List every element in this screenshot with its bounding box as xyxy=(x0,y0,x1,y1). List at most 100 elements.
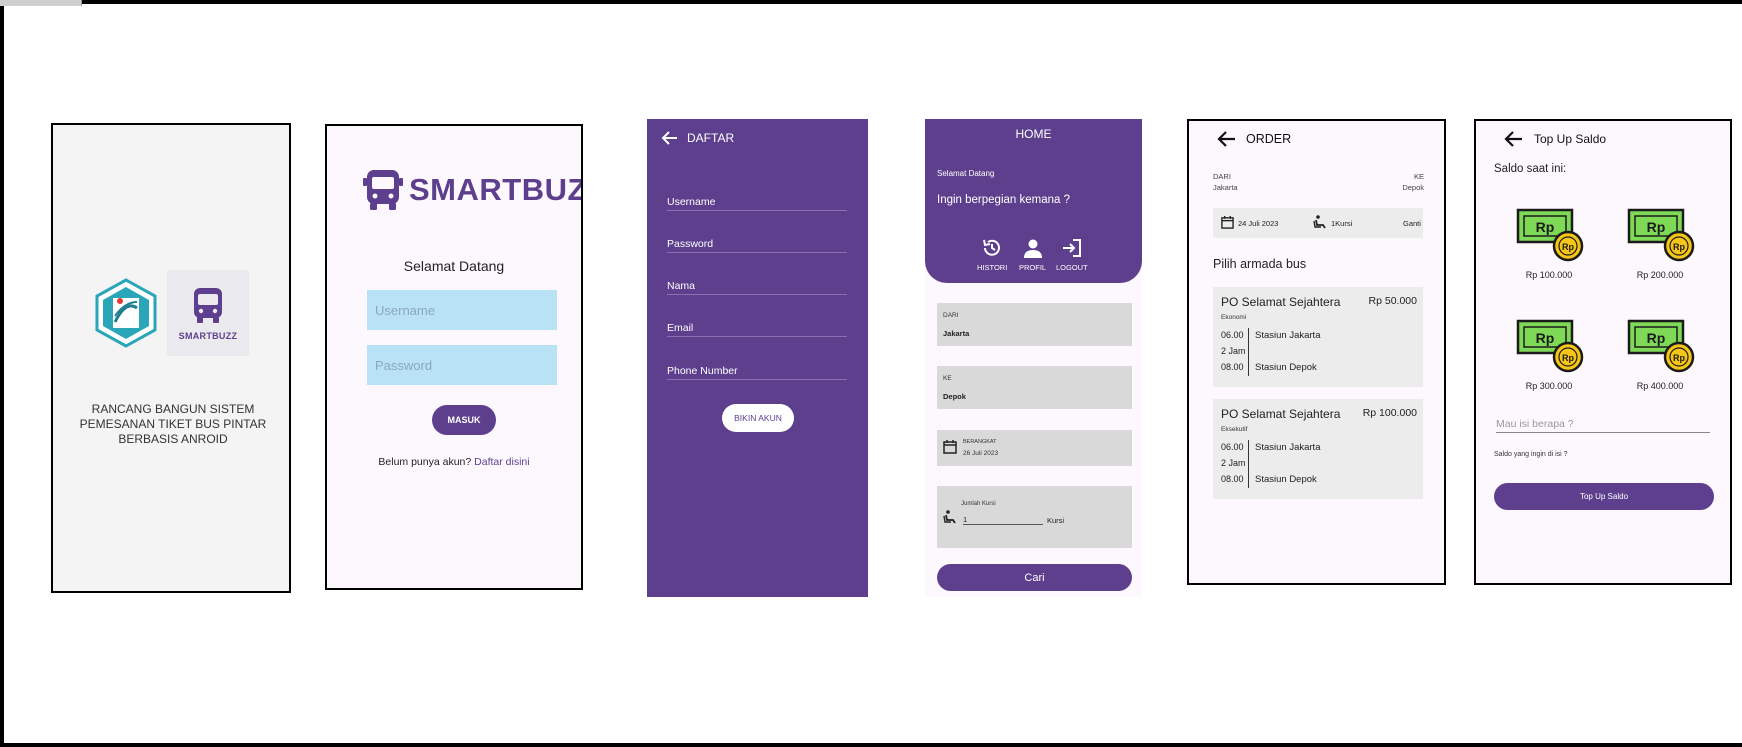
register-title: DAFTAR xyxy=(687,131,735,145)
from-value: Jakarta xyxy=(943,329,970,338)
depart-value: 26 Juli 2023 xyxy=(963,450,999,457)
order-title: ORDER xyxy=(1246,132,1292,146)
choose-bus-heading: Pilih armada bus xyxy=(1213,257,1307,271)
money-icon[interactable]: Rp Rp xyxy=(1627,317,1697,377)
order-from-value: Jakarta xyxy=(1213,183,1238,192)
password-field[interactable]: Password xyxy=(667,238,847,253)
coin-symbol: Rp xyxy=(1562,353,1574,363)
money-icon[interactable]: Rp Rp xyxy=(1627,206,1697,266)
username-input[interactable] xyxy=(367,290,557,330)
back-arrow-icon[interactable] xyxy=(1504,129,1524,149)
bus-name: PO Selamat Sejahtera xyxy=(1221,407,1341,421)
history-icon xyxy=(983,239,1001,256)
register-header: DAFTAR xyxy=(661,129,734,147)
email-field[interactable]: Email xyxy=(667,322,847,337)
order-to-label: KE xyxy=(1413,172,1424,181)
bus-class: Ekonomi xyxy=(1221,314,1247,321)
trip-date: 24 Juli 2023 xyxy=(1238,219,1279,228)
to-label: KE xyxy=(943,375,952,382)
order-from-label: DARI xyxy=(1213,172,1231,181)
welcome-text: Selamat Datang xyxy=(403,258,505,274)
timeline-line xyxy=(1248,440,1249,488)
coin-symbol: Rp xyxy=(1673,353,1685,363)
seat-unit: Kursi xyxy=(1047,516,1065,525)
depart-label: BERANGKAT xyxy=(963,439,997,445)
home-header: HOME Selamat Datang Ingin berpegian kema… xyxy=(925,119,1142,283)
bus-class: Eksekutif xyxy=(1221,426,1248,433)
balance-label: Saldo saat ini: xyxy=(1494,163,1567,175)
depart-card[interactable]: BERANGKAT 26 Juli 2023 xyxy=(937,430,1132,466)
seat-card[interactable]: Jumlah Kursi 1 Kursi xyxy=(937,486,1132,548)
bus-option-card[interactable]: PO Selamat Sejahtera Rp 50.000 Ekonomi 0… xyxy=(1213,287,1423,387)
back-arrow-icon[interactable] xyxy=(661,129,679,147)
destination-question: Ingin berpegian kemana ? xyxy=(937,194,1070,206)
trip-duration: 2 Jam xyxy=(1221,346,1246,356)
nav-history[interactable]: HISTORI xyxy=(977,237,1007,272)
bus-icon xyxy=(194,288,222,323)
seat-icon xyxy=(1313,215,1326,229)
order-header: ORDER xyxy=(1217,129,1291,149)
money-symbol: Rp xyxy=(1647,219,1666,235)
login-button[interactable]: MASUK xyxy=(432,405,496,435)
order-screen: ORDER DARI Jakarta KE Depok 24 Juli 2023… xyxy=(1187,119,1446,585)
topup-option-label[interactable]: Rp 300.000 xyxy=(1504,381,1594,391)
profile-icon xyxy=(1023,239,1042,258)
splash-logos: SMARTBUZZ xyxy=(93,270,253,360)
topup-option-label[interactable]: Rp 200.000 xyxy=(1615,270,1705,280)
nav-profile[interactable]: PROFIL xyxy=(1019,237,1046,272)
password-input[interactable] xyxy=(367,345,557,385)
timeline-line xyxy=(1248,328,1249,376)
arrive-time: 08.00 xyxy=(1221,474,1244,484)
phone-field[interactable]: Phone Number xyxy=(667,365,847,380)
register-link[interactable]: Daftar disini xyxy=(474,456,529,468)
topup-button[interactable]: Top Up Saldo xyxy=(1494,483,1714,510)
depart-time: 06.00 xyxy=(1221,330,1244,340)
register-prompt: Belum punya akun? Daftar disini xyxy=(327,456,581,468)
to-station: Stasiun Depok xyxy=(1255,474,1317,485)
nav-profile-label: PROFIL xyxy=(1019,263,1047,272)
brand-header: SMARTBUZZ xyxy=(363,168,581,212)
bus-icon xyxy=(363,170,403,210)
depart-time: 06.00 xyxy=(1221,442,1244,452)
from-station: Stasiun Jakarta xyxy=(1255,330,1321,341)
money-symbol: Rp xyxy=(1536,330,1555,346)
topup-title: Top Up Saldo xyxy=(1534,132,1607,146)
create-account-button[interactable]: BIKIN AKUN xyxy=(722,404,794,432)
home-title: HOME xyxy=(1015,127,1052,141)
back-arrow-icon[interactable] xyxy=(1217,129,1237,149)
money-icon[interactable]: Rp Rp xyxy=(1516,317,1586,377)
login-screen: SMARTBUZZ Selamat Datang MASUK Belum pun… xyxy=(325,124,583,590)
bus-option-card[interactable]: PO Selamat Sejahtera Rp 100.000 Eksekuti… xyxy=(1213,399,1423,499)
calendar-icon xyxy=(943,440,957,454)
name-field[interactable]: Nama xyxy=(667,280,847,295)
app-title: RANCANG BANGUN SISTEM PEMESANAN TIKET BU… xyxy=(79,402,267,446)
from-station: Stasiun Jakarta xyxy=(1255,442,1321,453)
trip-summary-bar: 24 Juli 2023 1Kursi Ganti xyxy=(1213,208,1423,238)
seat-count-input[interactable]: 1 xyxy=(963,515,1043,525)
nav-history-label: HISTORI xyxy=(977,263,1008,272)
coin-symbol: Rp xyxy=(1673,242,1685,252)
topup-option-label[interactable]: Rp 100.000 xyxy=(1504,270,1594,280)
home-screen: HOME Selamat Datang Ingin berpegian kema… xyxy=(925,119,1142,597)
topup-screen: Top Up Saldo Saldo saat ini: Rp Rp Rp 10… xyxy=(1474,119,1732,585)
trip-seats: 1Kursi xyxy=(1331,219,1353,228)
from-card[interactable]: DARI Jakarta xyxy=(937,303,1132,346)
trip-duration: 2 Jam xyxy=(1221,458,1246,468)
money-symbol: Rp xyxy=(1536,219,1555,235)
change-trip-link[interactable]: Ganti xyxy=(1403,219,1421,228)
nav-logout-label: LOGOUT xyxy=(1056,263,1088,272)
splash-screen: SMARTBUZZ RANCANG BANGUN SISTEM PEMESANA… xyxy=(51,123,291,593)
register-screen: DAFTAR Username Password Nama Email Phon… xyxy=(647,119,868,597)
username-field[interactable]: Username xyxy=(667,196,847,211)
order-to: KE Depok xyxy=(1402,171,1424,193)
topup-option-label[interactable]: Rp 400.000 xyxy=(1615,381,1705,391)
nav-logout[interactable]: LOGOUT xyxy=(1056,237,1088,272)
money-icon[interactable]: Rp Rp xyxy=(1516,206,1586,266)
topup-hint: Saldo yang ingin di isi ? xyxy=(1494,451,1568,458)
topup-amount-input[interactable]: Mau isi berapa ? xyxy=(1496,418,1710,433)
search-button[interactable]: Cari xyxy=(937,564,1132,591)
to-card[interactable]: KE Depok xyxy=(937,366,1132,409)
brand-name: SMARTBUZZ xyxy=(409,172,581,207)
to-station: Stasiun Depok xyxy=(1255,362,1317,373)
seat-label: Jumlah Kursi xyxy=(961,501,996,507)
